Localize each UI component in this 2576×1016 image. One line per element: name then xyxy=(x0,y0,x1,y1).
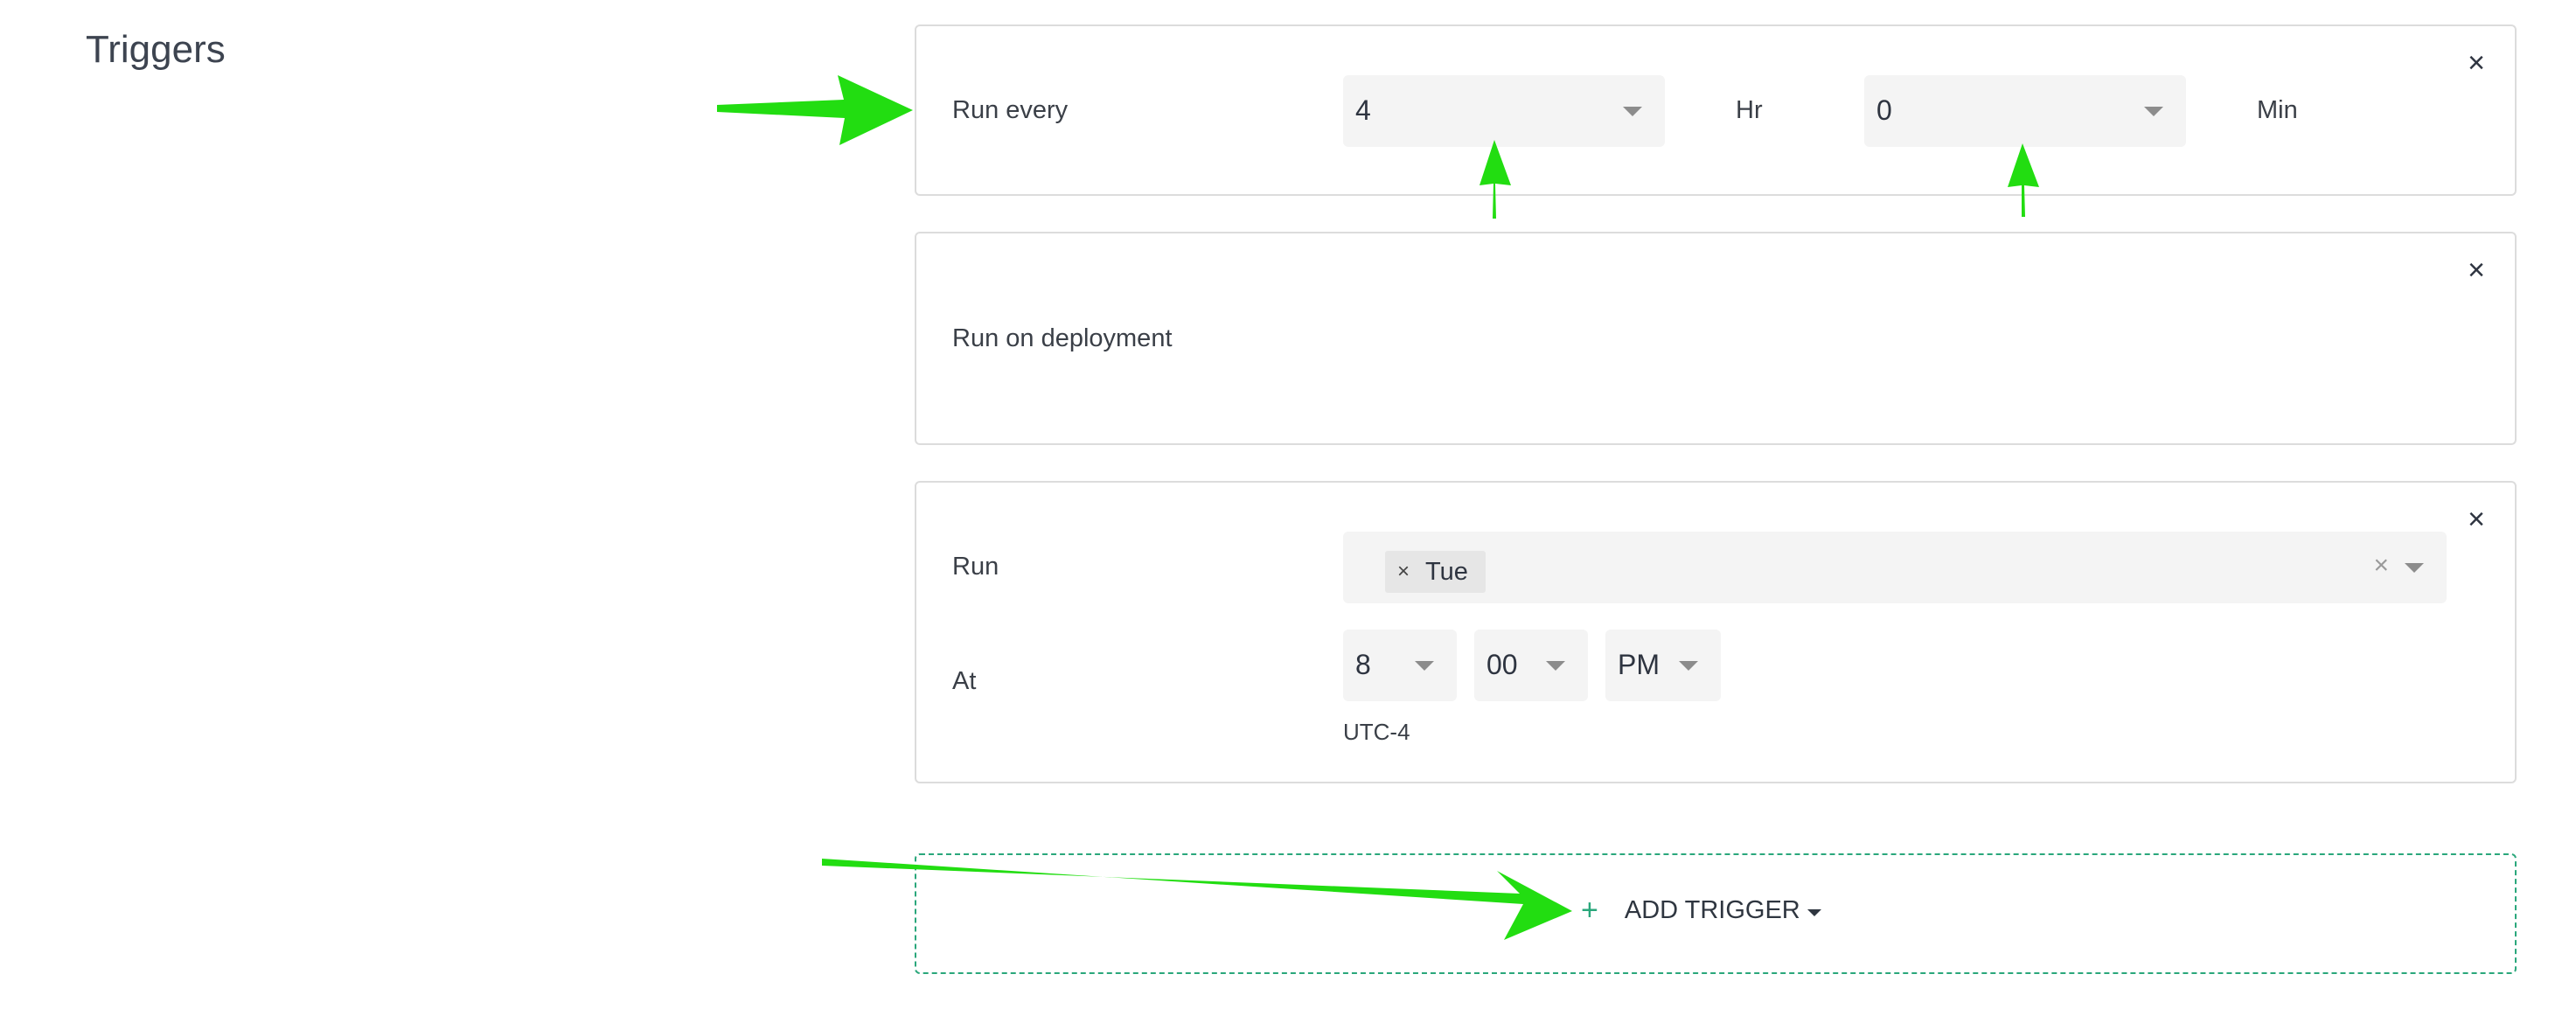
add-trigger-button[interactable]: + ADD TRIGGER xyxy=(1581,894,1821,928)
trigger-card-deployment: × Run on deployment xyxy=(915,232,2517,445)
add-trigger-area: + ADD TRIGGER xyxy=(915,853,2517,974)
run-label: Run xyxy=(952,553,999,581)
hour-value: 8 xyxy=(1355,649,1371,680)
run-on-deployment-label: Run on deployment xyxy=(952,324,1173,352)
day-chip: × Tue xyxy=(1385,551,1486,593)
close-icon[interactable]: × xyxy=(2461,47,2492,79)
hours-select[interactable]: 4 xyxy=(1343,75,1665,147)
remove-chip-icon[interactable]: × xyxy=(1397,560,1410,584)
section-title: Triggers xyxy=(86,28,226,71)
chevron-down-icon xyxy=(2405,563,2424,573)
chevron-down-icon xyxy=(1546,661,1565,671)
clear-icon[interactable]: × xyxy=(2373,551,2389,581)
minutes-select[interactable]: 0 xyxy=(1864,75,2186,147)
plus-icon: + xyxy=(1581,894,1598,927)
hours-value: 4 xyxy=(1355,94,1371,126)
minute-value: 00 xyxy=(1486,649,1518,680)
minute-select[interactable]: 00 xyxy=(1474,630,1588,701)
add-trigger-label: ADD TRIGGER xyxy=(1624,896,1800,924)
caret-down-icon xyxy=(1807,908,1821,916)
trigger-card-interval: × Run every 4 Hr 0 Min xyxy=(915,24,2517,196)
day-chip-label: Tue xyxy=(1425,557,1468,586)
close-icon[interactable]: × xyxy=(2461,254,2492,286)
arrow-annotation-run-every xyxy=(717,75,913,145)
close-icon[interactable]: × xyxy=(2461,504,2492,535)
ampm-value: PM xyxy=(1618,649,1660,680)
at-label: At xyxy=(952,667,977,695)
minutes-value: 0 xyxy=(1876,94,1892,126)
chevron-down-icon xyxy=(1415,661,1434,671)
run-every-label: Run every xyxy=(952,96,1069,124)
minutes-unit-label: Min xyxy=(2257,96,2298,124)
chevron-down-icon xyxy=(2144,107,2163,116)
trigger-card-schedule: × Run × Tue × At 8 00 PM UTC-4 xyxy=(915,481,2517,783)
chevron-down-icon xyxy=(1679,661,1698,671)
hours-unit-label: Hr xyxy=(1736,96,1763,124)
timezone-label: UTC-4 xyxy=(1343,719,1410,745)
ampm-select[interactable]: PM xyxy=(1605,630,1721,701)
chevron-down-icon xyxy=(1623,107,1642,116)
days-multiselect[interactable]: × Tue × xyxy=(1343,532,2447,603)
hour-select[interactable]: 8 xyxy=(1343,630,1457,701)
